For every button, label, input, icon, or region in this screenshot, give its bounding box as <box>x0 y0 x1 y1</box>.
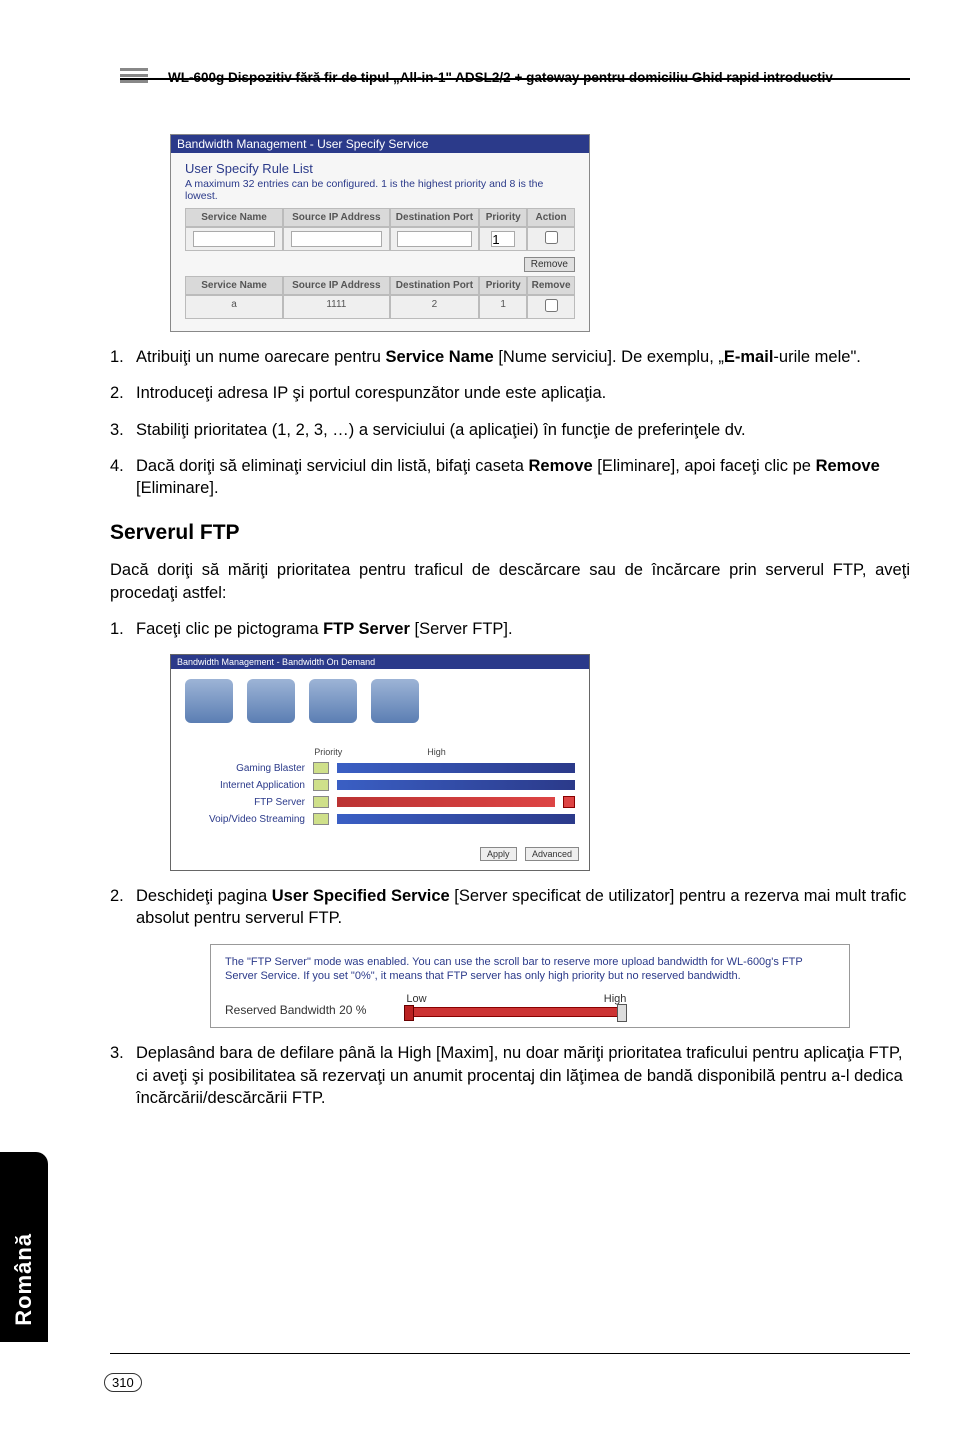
step-3: 3. Stabiliţi prioritatea (1, 2, 3, …) a … <box>110 419 910 441</box>
row2-dest: 2 <box>390 295 480 319</box>
slider-label-ftp: FTP Server <box>185 797 305 808</box>
step-4-pre: Dacă doriţi să eliminaţi serviciul din l… <box>136 457 529 475</box>
step-1-bold: Service Name <box>385 348 493 366</box>
language-tab: Română <box>0 1152 48 1342</box>
step2-3-text: Deplasând bara de defilare până la High … <box>136 1042 910 1109</box>
footer-rule <box>110 1353 910 1354</box>
step2-1-num: 1. <box>110 618 136 640</box>
slider-internet[interactable] <box>337 780 575 790</box>
step2-2: 2. Deschideţi pagina User Specified Serv… <box>110 885 910 930</box>
fig2-high-label: High <box>427 747 446 757</box>
step2-1-pre: Faceţi clic pe pictograma <box>136 620 323 638</box>
page-number: 310 <box>104 1373 142 1392</box>
slider-ftp[interactable] <box>337 797 555 807</box>
input-dest-port[interactable] <box>397 231 472 247</box>
fig3-low: Low <box>406 993 426 1005</box>
input-action-check[interactable] <box>545 231 558 244</box>
step2-2-bold: User Specified Service <box>272 887 450 905</box>
apply-button[interactable]: Apply <box>480 847 517 861</box>
fig3-note: The "FTP Server" mode was enabled. You c… <box>225 955 835 984</box>
col-priority: Priority <box>479 208 527 227</box>
step-4: 4. Dacă doriţi să eliminaţi serviciul di… <box>110 455 910 500</box>
icon-ftp-server[interactable] <box>309 679 357 723</box>
row2-remove-check[interactable] <box>545 299 558 312</box>
fig1-note: A maximum 32 entries can be configured. … <box>185 178 575 202</box>
header-rule <box>120 78 910 80</box>
step-2: 2. Introduceţi adresa IP şi portul cores… <box>110 382 910 404</box>
step-4-post: [Eliminare]. <box>136 479 219 497</box>
col2-priority: Priority <box>479 276 527 295</box>
row2-priority: 1 <box>479 295 527 319</box>
step2-1: 1. Faceţi clic pe pictograma FTP Server … <box>110 618 910 640</box>
step-1-bold2: E-mail <box>724 348 774 366</box>
col-service-name: Service Name <box>185 208 283 227</box>
step2-1-post: [Server FTP]. <box>410 620 513 638</box>
step-4-bold2: Remove <box>816 457 880 475</box>
step-4-num: 4. <box>110 455 136 500</box>
step-2-text: Introduceţi adresa IP şi portul corespun… <box>136 382 910 404</box>
col-action: Action <box>527 208 575 227</box>
slider-stop-icon <box>404 1005 414 1021</box>
step2-2-num: 2. <box>110 885 136 930</box>
step-3-num: 3. <box>110 419 136 441</box>
icon-gaming[interactable] <box>185 679 233 723</box>
step-1-post: [Nume serviciu]. De exemplu, „ <box>494 348 724 366</box>
advanced-button[interactable]: Advanced <box>525 847 579 861</box>
slider-low-icon <box>313 779 329 791</box>
slider-low-icon <box>313 762 329 774</box>
header-icon <box>120 58 154 92</box>
step-4-bold: Remove <box>529 457 593 475</box>
row2-name: a <box>185 295 283 319</box>
step-1-post2: -urile mele". <box>773 348 860 366</box>
col-source-ip: Source IP Address <box>283 208 389 227</box>
step2-3-num: 3. <box>110 1042 136 1109</box>
input-service-name[interactable] <box>193 231 276 247</box>
step2-1-bold: FTP Server <box>323 620 410 638</box>
fig1-subheader: User Specify Rule List <box>185 161 575 176</box>
col2-service-name: Service Name <box>185 276 283 295</box>
row2-source: 1111 <box>283 295 389 319</box>
input-source-ip[interactable] <box>291 231 381 247</box>
reserved-bandwidth-slider[interactable] <box>406 1007 626 1017</box>
step-1: 1. Atribuiţi un nume oarecare pentru Ser… <box>110 346 910 368</box>
step-2-num: 2. <box>110 382 136 404</box>
step-1-pre: Atribuiţi un nume oarecare pentru <box>136 348 385 366</box>
ftp-intro: Dacă doriţi să măriţi prioritatea pentru… <box>110 559 910 604</box>
section-ftp-heading: Serverul FTP <box>110 521 910 545</box>
fig2-titlebar: Bandwidth Management - Bandwidth On Dema… <box>171 655 589 669</box>
step-3-text: Stabiliţi prioritatea (1, 2, 3, …) a ser… <box>136 419 910 441</box>
slider-gaming[interactable] <box>337 763 575 773</box>
slider-label-internet: Internet Application <box>185 780 305 791</box>
col-dest-port: Destination Port <box>390 208 480 227</box>
col2-dest-port: Destination Port <box>390 276 480 295</box>
slider-high-icon <box>563 796 575 808</box>
slider-low-icon <box>313 813 329 825</box>
col2-remove: Remove <box>527 276 575 295</box>
step-4-mid: [Eliminare], apoi faceţi clic pe <box>593 457 816 475</box>
figure-user-specify-service: Bandwidth Management - User Specify Serv… <box>170 134 590 332</box>
step-1-num: 1. <box>110 346 136 368</box>
steps-list-2: 1. Faceţi clic pe pictograma FTP Server … <box>110 618 910 640</box>
input-priority[interactable] <box>491 231 515 247</box>
step2-3: 3. Deplasând bara de defilare până la Hi… <box>110 1042 910 1109</box>
steps-list-2b: 2. Deschideţi pagina User Specified Serv… <box>110 885 910 930</box>
slider-label-voip: Voip/Video Streaming <box>185 814 305 825</box>
icon-internet-app[interactable] <box>247 679 295 723</box>
fig2-priority-label: Priority <box>314 747 342 757</box>
figure-reserved-bandwidth: The "FTP Server" mode was enabled. You c… <box>210 944 850 1029</box>
slider-low-icon <box>313 796 329 808</box>
language-label: Română <box>11 1233 37 1326</box>
step2-2-pre: Deschideţi pagina <box>136 887 272 905</box>
slider-thumb[interactable] <box>617 1004 627 1022</box>
figure-bandwidth-on-demand: Bandwidth Management - Bandwidth On Dema… <box>170 654 590 871</box>
steps-list-2c: 3. Deplasând bara de defilare până la Hi… <box>110 1042 910 1109</box>
slider-voip[interactable] <box>337 814 575 824</box>
slider-label-gaming: Gaming Blaster <box>185 763 305 774</box>
fig1-titlebar: Bandwidth Management - User Specify Serv… <box>171 135 589 153</box>
steps-list-1: 1. Atribuiţi un nume oarecare pentru Ser… <box>110 346 910 499</box>
icon-voip-video[interactable] <box>371 679 419 723</box>
reserved-bandwidth-label: Reserved Bandwidth 20 % <box>225 1003 366 1017</box>
col2-source-ip: Source IP Address <box>283 276 389 295</box>
remove-button[interactable]: Remove <box>524 257 575 272</box>
